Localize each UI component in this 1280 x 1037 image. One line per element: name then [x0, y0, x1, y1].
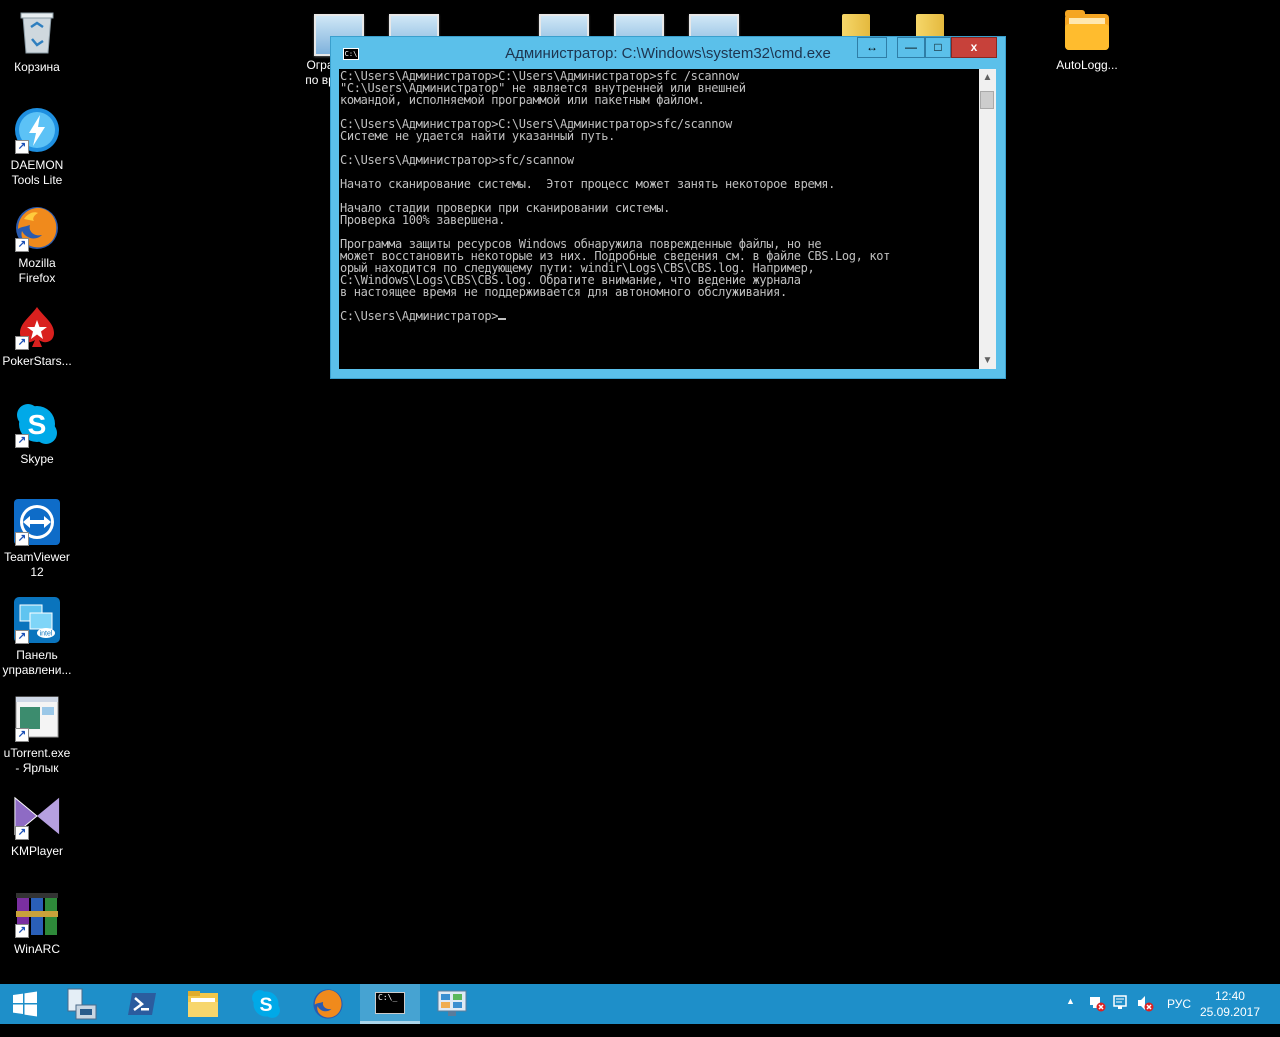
- cmd-icon: C:\_: [375, 991, 405, 1014]
- show-hidden-icons-button[interactable]: ▲: [1066, 996, 1075, 1036]
- desktop-icon-label: WinARC: [13, 942, 60, 956]
- maximize-button[interactable]: □: [925, 37, 951, 58]
- input-language-indicator[interactable]: РУС: [1167, 997, 1191, 1037]
- volume-muted-icon[interactable]: [1136, 994, 1154, 1034]
- shortcut-arrow-icon: ↗: [15, 924, 29, 938]
- desktop-icon-label: Панель управлени...: [2, 648, 72, 677]
- cmd-titlebar[interactable]: C:\ Администратор: C:\Windows\system32\c…: [331, 37, 1005, 69]
- shortcut-arrow-icon: ↗: [15, 630, 29, 644]
- clock-time: 12:40: [1214, 989, 1245, 1003]
- minimize-button[interactable]: —: [897, 37, 925, 58]
- console-line: Проверка 100% завершена.: [340, 213, 505, 227]
- desktop-icon-firefox[interactable]: ↗ Mozilla Firefox: [0, 204, 74, 286]
- desktop-icon-daemon-tools[interactable]: ↗ DAEMON Tools Lite: [0, 106, 74, 188]
- action-center-icon[interactable]: [1112, 994, 1130, 1034]
- shortcut-arrow-icon: ↗: [15, 826, 29, 840]
- shortcut-arrow-icon: ↗: [15, 434, 29, 448]
- desktop-icon-label: Mozilla Firefox: [18, 256, 56, 285]
- network-error-icon[interactable]: [1088, 994, 1106, 1034]
- control-panel-icon: [437, 990, 467, 1016]
- restore-width-button[interactable]: ↔: [857, 37, 887, 58]
- desktop-icon-kmplayer[interactable]: ↗ KMPlayer: [0, 792, 74, 859]
- clock[interactable]: 12:40 25.09.2017: [1200, 988, 1260, 1020]
- taskbar-skype[interactable]: S: [236, 984, 296, 1024]
- taskbar-server-manager[interactable]: [51, 984, 111, 1024]
- server-manager-icon: [67, 988, 97, 1020]
- kmplayer-icon: ↗: [13, 792, 61, 840]
- desktop-icon-label: DAEMON Tools Lite: [10, 158, 64, 187]
- desktop-icon-label: PokerStars...: [2, 354, 72, 368]
- desktop-icon-label: Skype: [20, 452, 54, 466]
- console-output[interactable]: C:\Users\Администратор> C:\Users\Админист…: [339, 69, 979, 369]
- daemon-tools-icon: ↗: [13, 106, 61, 154]
- cmd-window[interactable]: C:\ Администратор: C:\Windows\system32\c…: [330, 36, 1006, 379]
- desktop-icon-label: TeamViewer 12: [4, 550, 70, 579]
- taskbar-cmd[interactable]: C:\_: [360, 984, 420, 1024]
- desktop-icon-label: Корзина: [14, 60, 60, 74]
- svg-text:intel: intel: [40, 631, 53, 638]
- desktop-icon-autologger[interactable]: AutoLogg...: [1050, 6, 1124, 73]
- console-text: C:\Users\Администратор> C:\Users\Админист…: [339, 69, 979, 322]
- console-line: C:\Users\Администратор>: [340, 309, 499, 323]
- powershell-icon: [128, 993, 156, 1015]
- console-line: C:\Users\Администратор>sfc/scannow: [340, 153, 574, 167]
- scrollbar-thumb[interactable]: [980, 91, 994, 109]
- teamviewer-icon: ↗: [13, 498, 61, 546]
- shortcut-arrow-icon: ↗: [15, 336, 29, 350]
- svg-text:S: S: [28, 409, 47, 440]
- shortcut-arrow-icon: ↗: [15, 532, 29, 546]
- windows-logo-icon: [13, 991, 37, 1017]
- desktop-icon-utorrent[interactable]: ↗ uTorrent.exe - Ярлык: [0, 694, 74, 776]
- text-cursor: [498, 318, 507, 320]
- skype-icon: S ↗: [13, 400, 61, 448]
- recycle-bin-icon: [13, 8, 61, 56]
- utorrent-shortcut-icon: ↗: [13, 694, 61, 742]
- folder-icon: [188, 991, 218, 1017]
- skype-icon: S: [252, 990, 280, 1018]
- desktop-icon-label: uTorrent.exe - Ярлык: [3, 746, 71, 775]
- shortcut-arrow-icon: ↗: [15, 140, 29, 154]
- taskbar-firefox[interactable]: [298, 984, 358, 1024]
- shortcut-arrow-icon: ↗: [15, 728, 29, 742]
- taskbar-powershell[interactable]: [112, 984, 172, 1024]
- desktop-icon-recycle-bin[interactable]: Корзина: [0, 8, 74, 75]
- autologger-folder-icon: [1063, 6, 1111, 54]
- vertical-scrollbar[interactable]: ▲ ▼: [979, 69, 996, 369]
- console-line: Системе не удается найти указанный путь.: [340, 129, 615, 143]
- pokerstars-icon: ↗: [13, 302, 61, 350]
- desktop-icon-winarc[interactable]: ↗ WinARC: [0, 890, 74, 957]
- firefox-icon: ↗: [13, 204, 61, 252]
- intel-panel-icon: intel ↗: [13, 596, 61, 644]
- taskbar-file-explorer[interactable]: [173, 984, 233, 1024]
- scroll-down-icon[interactable]: ▼: [979, 352, 996, 369]
- clock-date: 25.09.2017: [1199, 1005, 1260, 1019]
- desktop-icon-pokerstars[interactable]: ↗ PokerStars...: [0, 302, 74, 369]
- svg-text:S: S: [260, 994, 273, 1016]
- start-button[interactable]: [0, 984, 50, 1024]
- close-button[interactable]: x: [951, 37, 997, 58]
- console-line: в настоящее время не поддерживается для …: [340, 285, 787, 299]
- console-line: Начато сканирование системы. Этот процес…: [340, 177, 835, 191]
- shortcut-arrow-icon: ↗: [15, 238, 29, 252]
- scroll-up-icon[interactable]: ▲: [979, 69, 996, 86]
- taskbar: S C:\_ ▲ РУС 12:40 25.09.2017: [0, 984, 1280, 1024]
- winarc-icon: ↗: [13, 890, 61, 938]
- desktop-icon-intel-panel[interactable]: intel ↗ Панель управлени...: [0, 596, 74, 678]
- firefox-icon: [313, 989, 343, 1019]
- console-line: командой, исполняемой программой или пак…: [340, 93, 705, 107]
- desktop-icon-skype[interactable]: S ↗ Skype: [0, 400, 74, 467]
- taskbar-control-panel[interactable]: [422, 984, 482, 1024]
- desktop-icon-label: AutoLogg...: [1056, 58, 1118, 72]
- desktop-icon-teamviewer[interactable]: ↗ TeamViewer 12: [0, 498, 74, 580]
- desktop-icon-label: KMPlayer: [10, 844, 63, 858]
